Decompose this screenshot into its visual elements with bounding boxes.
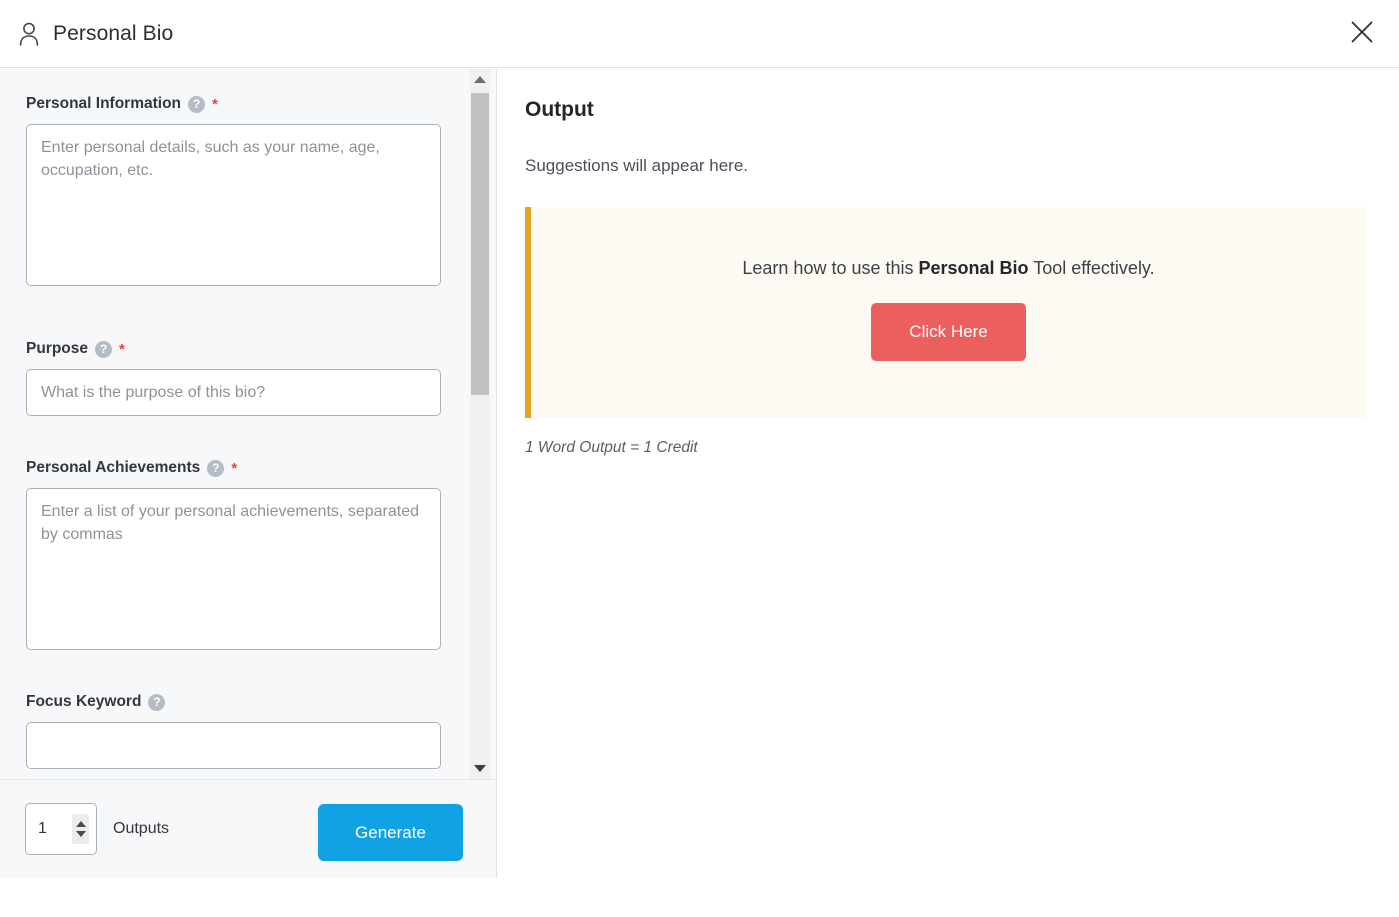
output-placeholder-text: Suggestions will appear here. [525,156,749,175]
field-label-focus-keyword: Focus Keyword ? [26,693,441,711]
form-scrollbar[interactable] [470,69,490,779]
tool-help-callout: Learn how to use this Personal Bio Tool … [525,207,1366,418]
focus-keyword-input[interactable] [26,722,441,769]
chevron-down-icon [474,765,486,772]
click-here-button[interactable]: Click Here [871,303,1026,361]
field-purpose: Purpose ? * [26,340,441,416]
personal-achievements-textarea[interactable] [26,488,441,650]
credit-note: 1 Word Output = 1 Credit [525,439,698,456]
outputs-stepper[interactable] [25,803,97,855]
stepper-increment-icon[interactable] [75,821,86,827]
required-asterisk: * [119,340,125,358]
personal-information-textarea[interactable] [26,124,441,286]
field-label-purpose: Purpose ? * [26,340,441,358]
field-label-personal-achievements: Personal Achievements ? * [26,459,441,477]
form-scroll-area: Personal Information ? * Purpose ? * [0,69,471,779]
personal-bio-tool-window: Personal Bio Personal Information ? * En… [0,0,1399,917]
header-title-group: Personal Bio [0,22,173,46]
scrollbar-thumb[interactable] [471,93,489,395]
chevron-up-icon [474,76,486,83]
window-header: Personal Bio [0,0,1399,68]
outputs-count-input[interactable] [38,820,60,838]
person-icon [18,22,40,46]
help-icon[interactable]: ? [95,340,113,358]
form-panel: Personal Information ? * Purpose ? * [0,69,497,878]
scrollbar-down-button[interactable] [470,758,490,779]
stepper-spinner[interactable] [72,814,89,844]
help-icon[interactable]: ? [207,459,225,477]
label-text: Purpose [26,340,89,357]
required-asterisk: * [231,459,238,477]
label-text: Focus Keyword [26,693,142,710]
help-icon[interactable]: ? [148,693,166,711]
generate-button[interactable]: Generate [318,804,463,861]
output-panel: Output Suggestions will appear here. Lea… [498,69,1399,917]
field-personal-achievements: Personal Achievements ? * [26,459,441,650]
stepper-decrement-icon[interactable] [75,831,86,837]
callout-text-before: Learn how to use this [742,258,919,278]
callout-text: Learn how to use this Personal Bio Tool … [742,258,1154,279]
output-title: Output [525,98,594,121]
field-focus-keyword: Focus Keyword ? [26,693,441,769]
page-title: Personal Bio [53,21,174,45]
help-icon[interactable]: ? [188,95,206,113]
label-text: Personal Information [26,95,182,112]
label-text: Personal Achievements [26,459,201,476]
outputs-label: Outputs [113,820,170,837]
field-personal-information: Personal Information ? * [26,95,441,286]
callout-text-after: Tool effectively. [1028,258,1155,278]
close-button[interactable] [1339,10,1385,56]
required-asterisk: * [212,95,218,113]
callout-tool-name: Personal Bio [918,258,1029,278]
scrollbar-up-button[interactable] [470,69,490,90]
form-action-bar: Outputs Generate [0,779,496,878]
field-label-personal-information: Personal Information ? * [26,95,441,113]
purpose-input[interactable] [26,369,441,416]
close-icon [1349,19,1375,48]
